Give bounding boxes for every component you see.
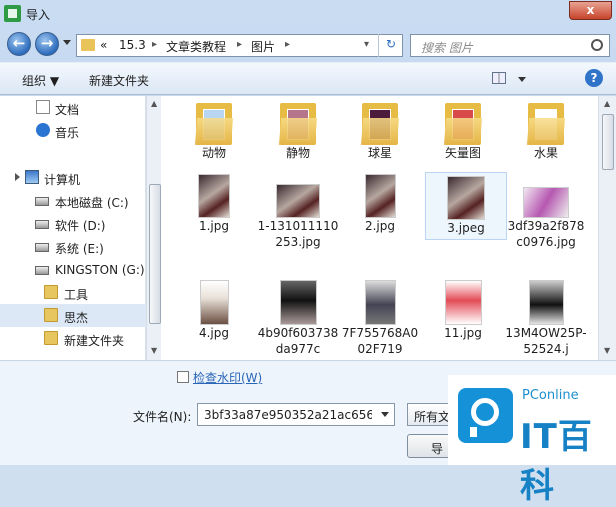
scroll-up-icon[interactable]: ▲ — [604, 99, 610, 108]
new-folder-button[interactable]: 新建文件夹 — [89, 72, 149, 89]
pconline-logo-icon — [458, 388, 513, 443]
back-button[interactable]: ← — [7, 32, 31, 56]
image-thumbnail — [364, 280, 396, 325]
view-options-icon[interactable] — [492, 72, 506, 84]
breadcrumb-overflow[interactable]: « — [100, 38, 107, 52]
scroll-up-icon[interactable]: ▲ — [151, 99, 157, 108]
sidebar-item-new-folder[interactable]: 新建文件夹 — [0, 327, 146, 350]
scrollbar-thumb[interactable] — [149, 184, 161, 324]
file-item-4b90f603738da977c[interactable]: 4b90f603738da977c — [257, 280, 339, 357]
forward-button[interactable]: → — [35, 32, 59, 56]
file-item-1-jpg[interactable]: 1.jpg — [173, 174, 255, 234]
navigation-pane: 文档 音乐 计算机 本地磁盘 (C:) 软件 (D:) 系统 (E:) KING… — [0, 96, 146, 360]
folder-item-still-life[interactable]: 静物 — [257, 100, 339, 161]
file-item-13m4ow25p-52524[interactable]: 13M4OW25P-52524.j — [505, 280, 587, 357]
image-thumbnail — [279, 280, 317, 325]
watermark-checkbox-label[interactable]: 检查水印(W) — [193, 369, 262, 386]
folder-item-animals[interactable]: 动物 — [173, 100, 255, 161]
image-thumbnail — [528, 280, 564, 325]
sidebar-item-tools[interactable]: 工具 — [0, 281, 146, 304]
drive-icon — [35, 243, 49, 252]
folder-icon — [44, 331, 58, 345]
folder-item-fruit[interactable]: 水果 — [505, 100, 587, 161]
folder-icon — [44, 308, 58, 322]
file-item-3df39a2f878c0976-jpg[interactable]: 3df39a2f878c0976.jpg — [505, 174, 587, 250]
recent-locations-dropdown-icon[interactable] — [63, 40, 71, 45]
refresh-icon[interactable]: ↻ — [378, 34, 403, 57]
scrollbar-thumb[interactable] — [602, 114, 614, 170]
folder-item-vectors[interactable]: 矢量图 — [422, 100, 504, 161]
pconline-watermark: PConline IT百科 — [448, 375, 616, 506]
import-dialog: 导入 x ← → « 15.3 ▸ 文章类教程 ▸ 图片 ▸ ▾ ↻ 搜索 图片… — [0, 0, 616, 506]
content-scrollbar[interactable]: ▲ ▼ — [598, 96, 616, 360]
file-item-11-jpg[interactable]: 11.jpg — [422, 280, 504, 341]
title-bar: 导入 x — [0, 0, 616, 28]
folder-icon — [81, 39, 95, 51]
image-thumbnail — [523, 187, 569, 218]
drive-icon — [35, 220, 49, 229]
file-item-2-jpg[interactable]: 2.jpg — [339, 174, 421, 234]
filename-value: 3bf33a87e950352a21ac656850 — [204, 408, 372, 422]
image-thumbnail — [447, 176, 485, 220]
chevron-right-icon[interactable]: ▸ — [285, 39, 290, 50]
search-icon — [591, 39, 603, 51]
sidebar-item-software-d[interactable]: 软件 (D:) — [0, 212, 146, 235]
scroll-down-icon[interactable]: ▼ — [151, 346, 157, 355]
window-title: 导入 — [26, 8, 51, 22]
chevron-right-icon[interactable]: ▸ — [237, 39, 242, 50]
breadcrumb-item-images[interactable]: 图片 — [251, 38, 275, 55]
sidebar-item-music[interactable]: 音乐 — [0, 119, 146, 142]
sidebar-item-sijie[interactable]: 思杰 — [0, 304, 146, 327]
file-item-1-131011110253-jpg[interactable]: 1-131011110253.jpg — [257, 174, 339, 250]
filetype-value: 所有文 — [414, 410, 451, 424]
close-button[interactable]: x — [569, 1, 612, 20]
watermark-big-text: IT百科 — [520, 417, 593, 506]
computer-icon — [25, 170, 39, 184]
file-item-7f755768a002f719[interactable]: 7F755768A002F719 — [339, 280, 421, 357]
folder-item-stars[interactable]: 球星 — [339, 100, 421, 161]
organize-menu[interactable]: 组织 ▼ — [22, 72, 59, 89]
music-icon — [36, 123, 50, 137]
filename-label: 文件名(N): — [133, 410, 192, 424]
filename-input[interactable]: 3bf33a87e950352a21ac656850 — [197, 403, 395, 426]
sidebar-item-kingston-g[interactable]: KINGSTON (G:) — [0, 258, 146, 281]
scroll-down-icon[interactable]: ▼ — [604, 346, 610, 355]
drive-icon — [35, 197, 49, 206]
folder-icon — [44, 285, 58, 299]
search-box[interactable]: 搜索 图片 — [410, 34, 610, 57]
image-thumbnail — [199, 280, 229, 325]
breadcrumb-item-articles[interactable]: 文章类教程 — [166, 38, 226, 55]
watermark-checkbox[interactable] — [177, 371, 189, 383]
image-thumbnail — [276, 184, 320, 218]
usb-drive-icon — [35, 266, 49, 275]
watermark-small-text: PConline — [522, 388, 579, 403]
collapse-icon[interactable] — [15, 173, 20, 181]
sidebar-scrollbar[interactable]: ▲ ▼ — [146, 96, 161, 360]
address-dropdown-icon[interactable]: ▾ — [364, 39, 369, 50]
image-thumbnail — [444, 280, 482, 325]
breadcrumb-item-15-3[interactable]: 15.3 — [119, 38, 146, 52]
import-button-label: 导 — [431, 442, 444, 456]
sidebar-item-computer[interactable]: 计算机 — [0, 166, 146, 189]
chevron-right-icon[interactable]: ▸ — [152, 39, 157, 50]
sidebar-item-documents[interactable]: 文档 — [0, 96, 146, 119]
sidebar-item-local-disk-c[interactable]: 本地磁盘 (C:) — [0, 189, 146, 212]
search-placeholder: 搜索 图片 — [421, 41, 473, 55]
toolbar: 组织 ▼ 新建文件夹 ? — [0, 62, 616, 95]
image-thumbnail — [198, 174, 230, 218]
app-icon — [4, 5, 21, 22]
view-dropdown-icon[interactable] — [518, 77, 526, 82]
address-bar[interactable]: « 15.3 ▸ 文章类教程 ▸ 图片 ▸ ▾ — [76, 34, 403, 57]
help-icon[interactable]: ? — [585, 69, 603, 87]
file-list: 动物 静物 球星 矢量图 水果 1.jpg 1-131011110253.jpg — [161, 96, 598, 360]
file-item-4-jpg[interactable]: 4.jpg — [173, 280, 255, 341]
image-thumbnail — [364, 174, 396, 218]
navigation-bar: ← → « 15.3 ▸ 文章类教程 ▸ 图片 ▸ ▾ ↻ 搜索 图片 — [0, 30, 616, 60]
document-icon — [36, 100, 50, 114]
chevron-down-icon[interactable] — [381, 412, 389, 417]
file-item-3-jpeg[interactable]: 3.jpeg — [425, 172, 507, 240]
sidebar-item-system-e[interactable]: 系统 (E:) — [0, 235, 146, 258]
